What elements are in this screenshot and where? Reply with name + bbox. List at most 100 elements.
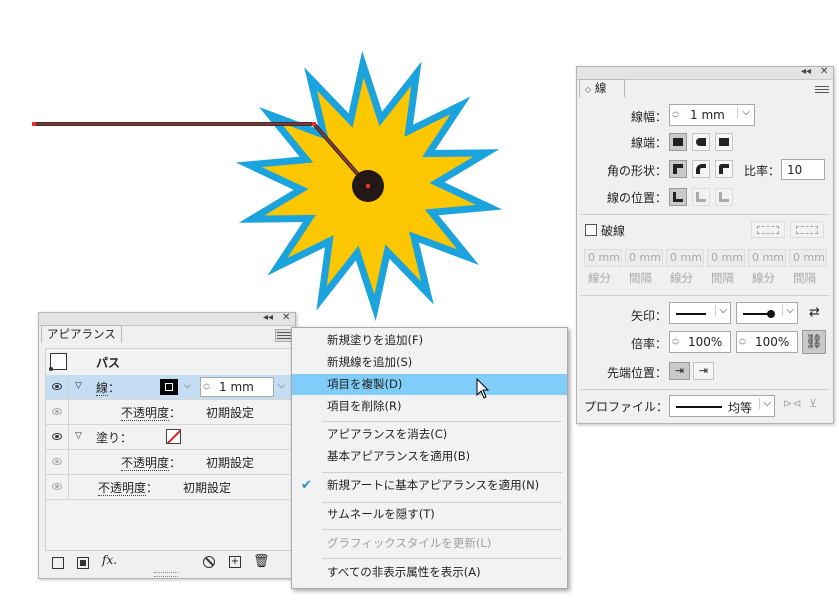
close-icon[interactable]: ✕ [820,65,828,79]
collapse-icon[interactable]: ◂◂ [801,65,811,79]
stepper-arrows-icon[interactable]: ︿ ﹀ [672,334,679,350]
link-scale-icon[interactable]: ⛓ [802,330,826,354]
stepper-arrows-icon[interactable]: ︿ ﹀ [672,107,679,123]
width-profile-select[interactable]: 均等 ⌵ [669,395,775,417]
anchor-point-start[interactable] [32,122,36,126]
swap-arrowheads-icon[interactable]: ⇄ [809,305,820,320]
menu-item-reduce-to-basic[interactable]: 基本アピアランスを適用(B) [292,446,567,467]
opacity-value: 初期設定 [206,406,255,420]
chevron-down-icon[interactable]: ⌵ [782,305,794,316]
end-arrowhead-select[interactable]: ⌵ [736,302,798,324]
opacity-label[interactable]: 不透明度： [98,479,158,496]
fill-none-swatch[interactable] [166,429,181,444]
bevel-join-icon[interactable] [715,160,733,178]
chevron-down-icon[interactable]: ⌵ [737,107,750,118]
flip-across-icon: ⊻ [809,397,818,410]
visibility-eye-icon[interactable] [52,483,62,490]
end-scale-field[interactable]: ︿ ﹀ 100% [736,331,798,353]
gap-length-field: 0 mm [707,249,745,267]
align-center-icon[interactable] [669,188,687,206]
gap-label: 間隔 [711,271,734,285]
appearance-row-stroke-opacity[interactable]: 不透明度： 初期設定 [46,400,294,425]
arrowheads-label: 矢印： [630,309,667,323]
visibility-eye-icon[interactable] [52,383,62,390]
miter-join-icon[interactable] [669,160,687,178]
opacity-label[interactable]: 不透明度： [121,454,181,471]
start-arrowhead-select[interactable]: ⌵ [669,302,731,324]
flip-along-icon: ⊳⊲ [783,397,802,410]
chevron-down-icon[interactable]: ▽ [75,381,82,391]
chevron-down-icon[interactable]: ▽ [75,431,82,441]
menu-item-add-new-fill[interactable]: 新規塗りを追加(F) [292,330,567,351]
stroke-color-swatch[interactable] [160,379,178,395]
clear-appearance-icon[interactable] [203,556,215,568]
miter-limit-field[interactable]: 10 [781,159,825,180]
profile-label: プロファイル： [584,400,669,414]
menu-item-hide-thumbnail[interactable]: サムネールを隠す(T) [292,504,567,525]
menu-item-remove-item[interactable]: 項目を削除(R) [292,396,567,417]
menu-item-clear-appearance[interactable]: アピアランスを消去(C) [292,424,567,445]
chevron-down-icon[interactable]: ⌵ [184,381,191,391]
collapse-icon[interactable]: ◂◂ [263,311,273,325]
tab-stroke[interactable]: ◇ 線 [579,79,625,97]
butt-cap-icon[interactable] [669,133,687,151]
arrow-tip-beyond-icon[interactable]: ⇥ [669,362,690,380]
object-type-label: パス [96,356,121,370]
menu-item-duplicate-item[interactable]: 項目を複製(D) [292,374,567,395]
round-cap-icon[interactable] [692,133,710,151]
close-icon[interactable]: ✕ [282,311,290,325]
dashed-line-checkbox[interactable] [585,224,597,236]
align-outside-icon [715,188,733,206]
weight-label: 線幅： [630,110,667,124]
menu-item-show-all-hidden-attributes[interactable]: すべての非表示属性を表示(A) [292,562,567,583]
appearance-row-object-opacity[interactable]: 不透明度： 初期設定 [46,475,294,500]
stroke-weight-field[interactable]: ︿ ﹀ 1 mm ⌵ [669,104,755,126]
stepper-arrows-icon[interactable]: ︿ ﹀ [739,334,746,350]
stroke-panel: ◂◂ ✕ ◇ 線 線幅： ︿ ﹀ 1 mm ⌵ 線端： 角の形状： 比率： 10 … [576,66,834,424]
menu-separator [322,529,562,530]
stepper-arrows-icon[interactable]: ︿ ﹀ [203,379,210,395]
add-fill-icon[interactable] [77,557,89,569]
menu-item-add-new-stroke[interactable]: 新規線を追加(S) [292,352,567,373]
section-divider [581,214,829,215]
appearance-panel: ◂◂ ✕ アピアランス パス ▽ 線： ⌵ ︿ ﹀ 1 mm ⌵ 不透明度： 初… [38,312,296,579]
corner-label: 角の形状： [606,164,667,178]
appearance-row-stroke[interactable]: ▽ 線： ⌵ ︿ ﹀ 1 mm ⌵ [46,375,294,400]
fill-row-label: 塗り： [96,431,133,445]
cap-label: 線端： [630,136,667,150]
chevron-down-icon[interactable]: ⌵ [715,305,727,316]
visibility-eye-icon[interactable] [52,433,62,440]
tab-appearance[interactable]: アピアランス [41,325,122,343]
menu-item-new-art-basic-appearance[interactable]: ✔ 新規アートに基本アピアランスを適用(N) [292,475,567,496]
tab-toggle-icon[interactable]: ◇ [585,85,591,94]
effects-fx-icon[interactable]: fx. [102,553,117,567]
dashed-line-label[interactable]: 破線 [601,222,625,239]
stroke-weight-field[interactable]: ︿ ﹀ 1 mm [200,377,274,397]
panel-menu-icon[interactable] [815,84,829,95]
opacity-label[interactable]: 不透明度： [121,404,181,421]
visibility-eye-icon[interactable] [52,458,62,465]
dash-length-field: 0 mm [584,249,622,267]
opacity-value: 初期設定 [183,481,232,495]
appearance-header-row[interactable]: パス [46,349,294,376]
visibility-eye-icon[interactable] [52,408,62,415]
start-scale-field[interactable]: ︿ ﹀ 100% [669,331,731,353]
round-join-icon[interactable] [692,160,710,178]
anchor-point-end[interactable] [366,184,370,188]
duplicate-item-icon[interactable]: + [229,556,241,568]
chevron-down-icon[interactable]: ⌵ [278,381,285,391]
chevron-down-icon[interactable]: ⌵ [759,398,771,409]
stroke-row-label: 線： [96,381,121,396]
mouse-cursor-icon [476,378,490,399]
add-stroke-icon[interactable] [52,557,64,569]
path-thumbnail-icon [49,353,67,371]
arrow-tip-at-end-icon[interactable]: ⇥ [693,362,714,380]
appearance-panel-menu: 新規塗りを追加(F) 新規線を追加(S) 項目を複製(D) 項目を削除(R) ア… [291,327,568,589]
appearance-row-fill[interactable]: ▽ 塗り： [46,425,294,450]
trash-icon[interactable]: 🗑 [253,554,270,569]
anchor-point-corner[interactable] [312,122,316,126]
align-label: 線の位置： [606,191,667,205]
resize-grip[interactable] [154,572,178,577]
projecting-cap-icon[interactable] [715,133,733,151]
appearance-row-fill-opacity[interactable]: 不透明度： 初期設定 [46,450,294,475]
